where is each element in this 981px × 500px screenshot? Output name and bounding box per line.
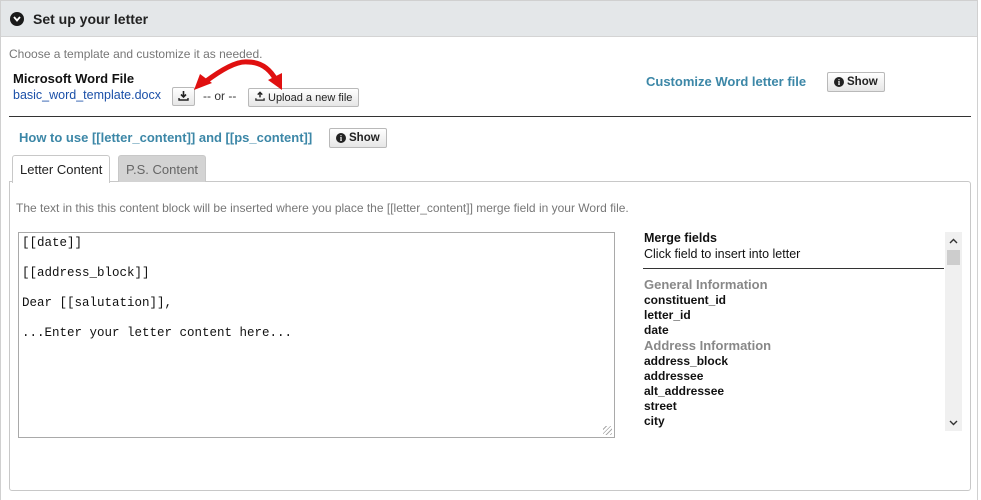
intro-text: Choose a template and customize it as ne… xyxy=(9,47,263,61)
merge-divider xyxy=(643,268,944,269)
show-label: Show xyxy=(349,132,380,144)
merge-fields-scrollbar[interactable] xyxy=(945,232,962,431)
section-divider xyxy=(9,116,971,117)
editor-line: ...Enter your letter content here... xyxy=(22,326,293,340)
howto-show-button[interactable]: i Show xyxy=(329,128,387,148)
download-button[interactable] xyxy=(172,87,195,106)
merge-fields-list: General Information constituent_id lette… xyxy=(644,277,944,429)
scroll-down-icon[interactable] xyxy=(945,414,962,431)
merge-fields-subtitle: Click field to insert into letter xyxy=(644,247,801,261)
merge-field[interactable]: letter_id xyxy=(644,308,944,323)
resize-handle[interactable] xyxy=(603,426,612,435)
merge-field[interactable]: addressee xyxy=(644,369,944,384)
customize-show-button[interactable]: i Show xyxy=(827,72,885,92)
show-label: Show xyxy=(847,76,878,88)
tab-ps-content[interactable]: P.S. Content xyxy=(118,155,207,182)
merge-field[interactable]: constituent_id xyxy=(644,293,944,308)
download-icon xyxy=(178,90,189,104)
editor-line: [[address_block]] xyxy=(22,266,150,280)
customize-word-letter-link[interactable]: Customize Word letter file xyxy=(646,74,806,89)
upload-label: Upload a new file xyxy=(268,91,353,104)
template-file-link[interactable]: basic_word_template.docx xyxy=(13,88,161,102)
editor-line: [[date]] xyxy=(22,236,83,250)
merge-group-header: General Information xyxy=(644,277,768,292)
chevron-down-circle-icon[interactable] xyxy=(10,11,24,26)
scroll-up-icon[interactable] xyxy=(945,232,962,249)
info-circle-icon: i xyxy=(834,77,844,87)
tab-letter-content[interactable]: Letter Content xyxy=(12,155,111,183)
info-circle-icon: i xyxy=(336,133,346,143)
editor-line: Dear [[salutation]], xyxy=(22,296,173,310)
merge-field[interactable]: alt_addressee xyxy=(644,384,944,399)
word-file-label: Microsoft Word File xyxy=(13,71,135,86)
upload-icon xyxy=(255,91,265,104)
letter-content-editor[interactable]: [[date]] [[address_block]] Dear [[saluta… xyxy=(18,232,615,438)
merge-fields-title: Merge fields xyxy=(644,231,717,245)
merge-field[interactable]: date xyxy=(644,323,944,338)
merge-field[interactable]: street xyxy=(644,399,944,414)
upload-new-file-button[interactable]: Upload a new file xyxy=(248,88,360,107)
merge-field[interactable]: address_block xyxy=(644,354,944,369)
scroll-thumb[interactable] xyxy=(947,250,960,265)
merge-field[interactable]: city xyxy=(644,414,944,429)
content-description: The text in this this content block will… xyxy=(16,201,629,215)
merge-fields-panel: Merge fields Click field to insert into … xyxy=(643,231,962,431)
panel-header[interactable]: Set up your letter xyxy=(1,1,977,37)
panel-title: Set up your letter xyxy=(33,10,149,27)
merge-group-header: Address Information xyxy=(644,338,772,353)
or-separator: -- or -- xyxy=(203,89,237,103)
howto-merge-link[interactable]: How to use [[letter_content]] and [[ps_c… xyxy=(19,130,312,145)
